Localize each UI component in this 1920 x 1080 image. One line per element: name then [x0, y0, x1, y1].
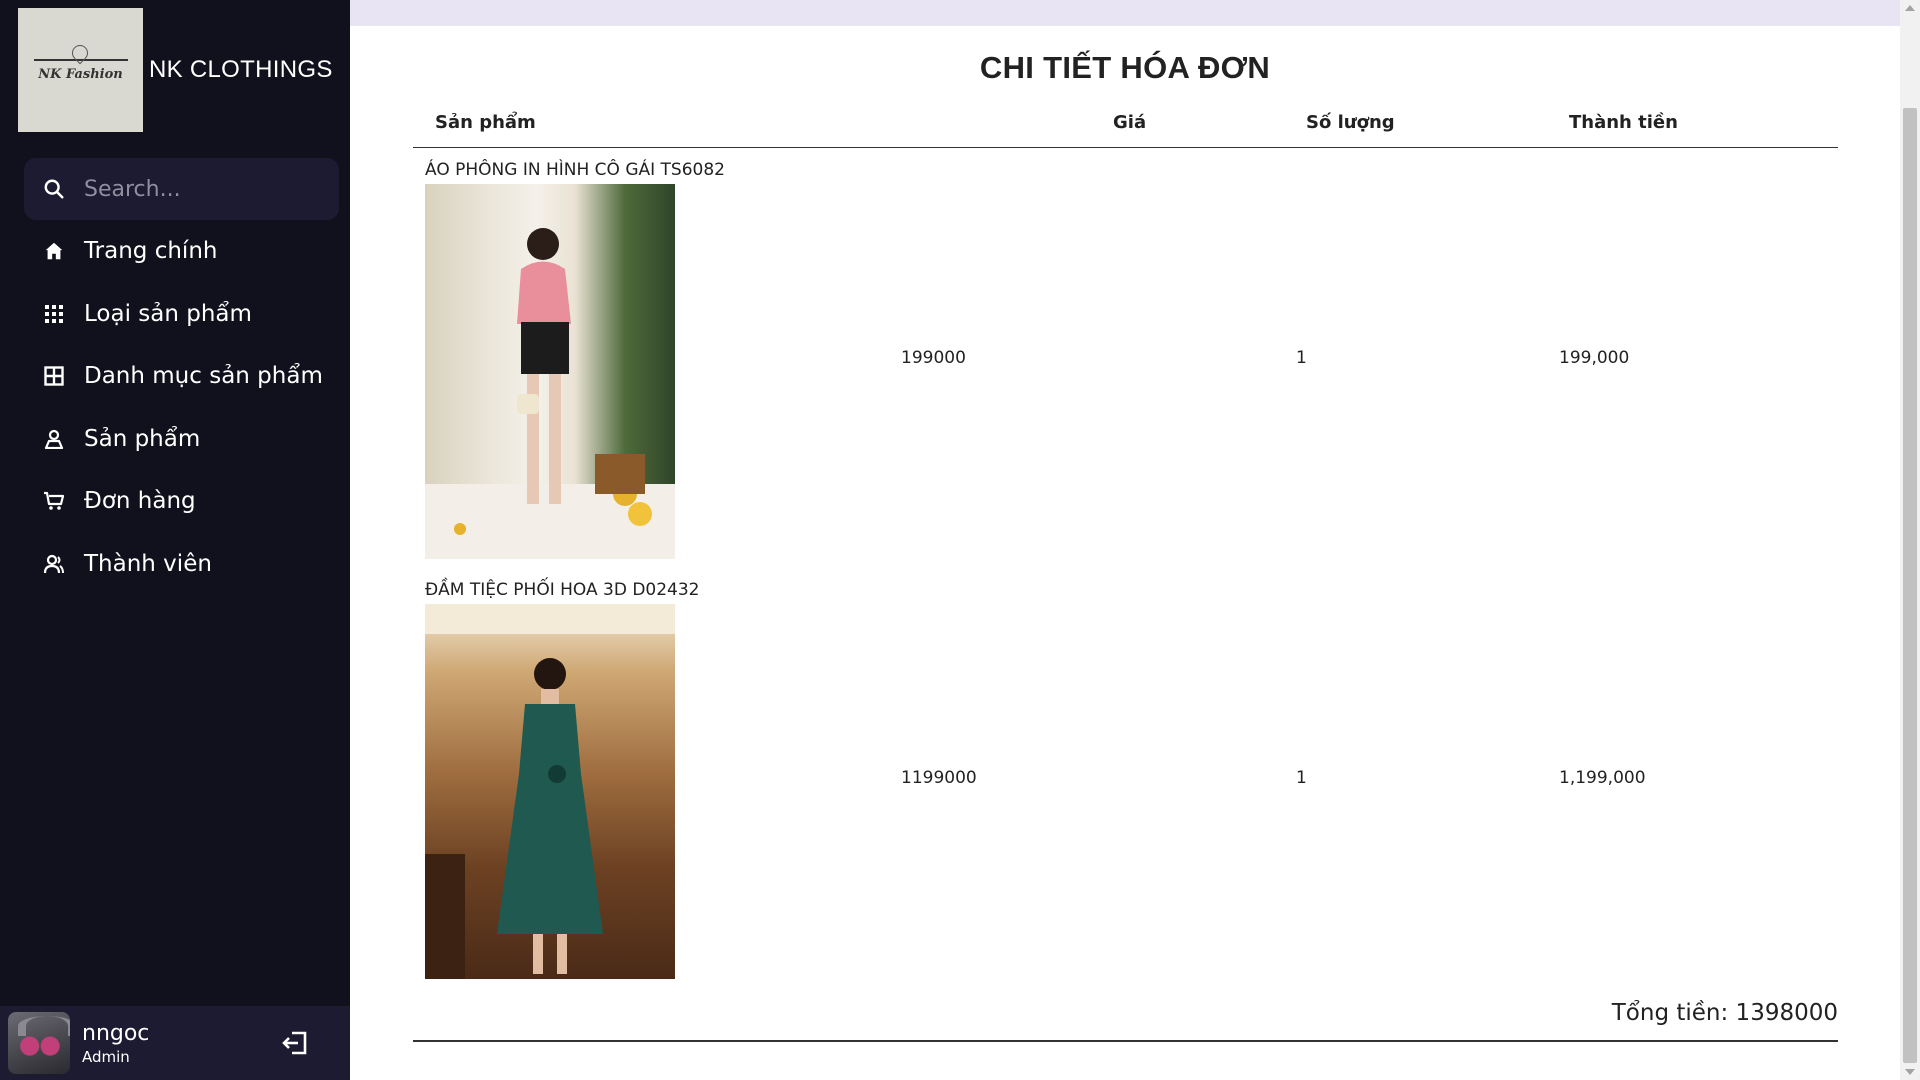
sidebar-item-don-hang[interactable]: Đơn hàng: [24, 470, 339, 533]
sidebar-item-loai-san-pham[interactable]: Loại sản phẩm: [24, 283, 339, 346]
logout-icon[interactable]: [280, 1028, 310, 1062]
search-icon[interactable]: [24, 178, 84, 200]
header-product: Sản phẩm: [435, 112, 536, 133]
avatar[interactable]: [8, 1012, 70, 1074]
sidebar-item-danh-muc[interactable]: Danh mục sản phẩm: [24, 345, 339, 408]
order-total: Tổng tiền: 1398000: [1611, 1000, 1838, 1026]
scroll-up-arrow-icon[interactable]: [1905, 5, 1915, 11]
profile-panel: nngoc Admin: [0, 1006, 350, 1080]
sidebar-item-label: Sản phẩm: [84, 425, 201, 452]
brand-logo[interactable]: NK Fashion: [18, 8, 143, 132]
quantity-cell: 1: [1296, 348, 1307, 368]
header-subtotal: Thành tiền: [1569, 112, 1678, 133]
top-bar: [350, 0, 1900, 26]
sidebar-item-trang-chinh[interactable]: Trang chính: [24, 220, 339, 283]
sidebar-item-label: Danh mục sản phẩm: [84, 363, 323, 390]
subtotal-cell: 199,000: [1559, 348, 1630, 368]
table-icon: [24, 366, 84, 386]
scroll-down-arrow-icon[interactable]: [1905, 1069, 1915, 1075]
sidebar-item-thanh-vien[interactable]: Thành viên: [24, 533, 339, 596]
sidebar-nav: Trang chính Loại sản phẩm Danh mục sản p…: [24, 220, 339, 595]
sidebar-item-label: Trang chính: [84, 238, 218, 265]
quantity-cell: 1: [1296, 768, 1307, 788]
table-header: Sản phẩm Giá Số lượng Thành tiền: [413, 112, 1838, 148]
brand-name: NK CLOTHINGS: [149, 56, 333, 83]
header-price: Giá: [1113, 112, 1147, 133]
scrollbar-thumb[interactable]: [1903, 108, 1917, 1063]
divider: [413, 1040, 1838, 1042]
search-input[interactable]: [84, 176, 324, 202]
profile-info: nngoc Admin: [82, 1021, 149, 1066]
product-name: ÁO PHÔNG IN HÌNH CÔ GÁI TS6082: [425, 160, 725, 180]
cart-icon: [24, 491, 84, 511]
subtotal-cell: 1,199,000: [1559, 768, 1646, 788]
header-quantity: Số lượng: [1306, 112, 1395, 133]
person-icon: [24, 429, 84, 449]
profile-role: Admin: [82, 1047, 130, 1066]
scrollbar[interactable]: [1900, 0, 1920, 1080]
price-cell: 1199000: [901, 768, 977, 788]
grid-icon: [24, 304, 84, 323]
logo-emblem-icon: [33, 58, 128, 61]
home-icon: [24, 240, 84, 262]
sidebar-item-san-pham[interactable]: Sản phẩm: [24, 408, 339, 471]
invoice-detail: CHI TIẾT HÓA ĐƠN Sản phẩm Giá Số lượng T…: [350, 26, 1900, 1080]
sidebar: NK Fashion NK CLOTHINGS Trang chính Loại…: [0, 0, 350, 1080]
logo-text: NK Fashion: [38, 66, 123, 82]
search-box[interactable]: [24, 158, 339, 220]
sidebar-item-label: Thành viên: [84, 550, 212, 577]
price-cell: 199000: [901, 348, 966, 368]
profile-name: nngoc: [82, 1020, 150, 1046]
page-title: CHI TIẾT HÓA ĐƠN: [979, 50, 1271, 85]
product-image: [425, 604, 675, 979]
product-name: ĐẦM TIỆC PHỐI HOA 3D D02432: [425, 580, 700, 600]
product-image: [425, 184, 675, 559]
brand: NK Fashion NK CLOTHINGS: [18, 8, 333, 132]
sidebar-item-label: Loại sản phẩm: [84, 300, 252, 327]
sidebar-item-label: Đơn hàng: [84, 488, 196, 515]
users-icon: [24, 554, 84, 574]
